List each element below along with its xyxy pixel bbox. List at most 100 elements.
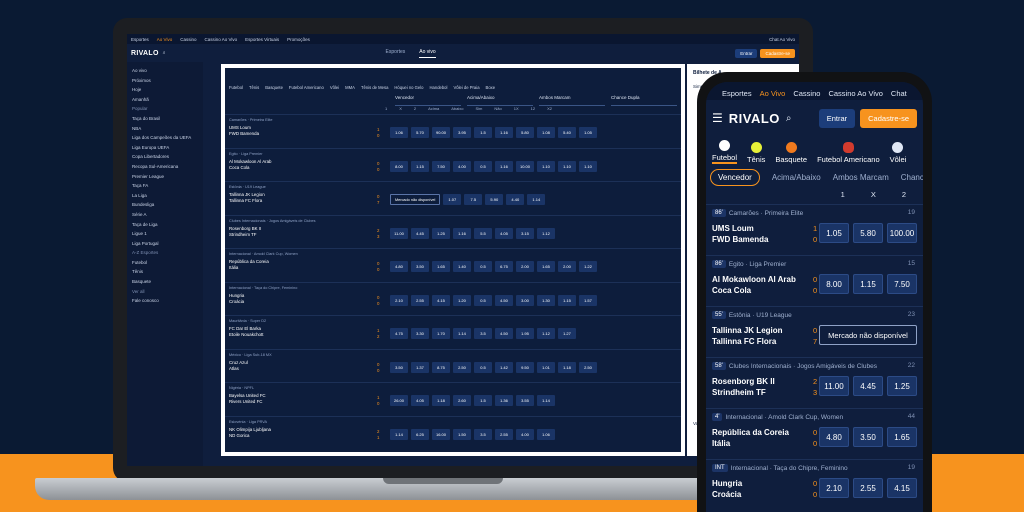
odd-button[interactable]: 1.10 bbox=[537, 160, 555, 172]
market-count[interactable]: 23 bbox=[908, 311, 915, 318]
sidebar-item[interactable]: Taça do Brasil bbox=[132, 114, 198, 124]
odd-button[interactable]: 1.16 bbox=[495, 160, 513, 172]
odd-button[interactable]: 0.5 bbox=[474, 361, 492, 373]
tab-esportes[interactable]: Esportes bbox=[386, 49, 406, 58]
match-row[interactable]: 86' Egito · Liga Premier 15 Al Mokawloon Al… bbox=[706, 255, 923, 306]
sidebar-item[interactable]: Série A bbox=[132, 210, 198, 220]
sidebar-item[interactable]: Copa Libertadores bbox=[132, 152, 198, 162]
odd-button[interactable]: 90.00 bbox=[432, 127, 450, 138]
match-row[interactable]: Estônia · U19 League Tallinna JK Legion Ta… bbox=[225, 181, 681, 215]
odd-button[interactable]: 3.95 bbox=[453, 127, 471, 138]
match-row[interactable]: 55' Estônia · U19 League 23 Tallinna JK Leg… bbox=[706, 306, 923, 357]
match-row[interactable]: INT Internacional · Taça do Chipre, Femin… bbox=[706, 459, 923, 510]
odd-button[interactable]: 1.5 bbox=[474, 395, 492, 406]
odd-button[interactable]: 4.50 bbox=[495, 294, 513, 306]
odd-button[interactable]: 4.80 bbox=[390, 261, 408, 272]
match-row[interactable]: 86' Camarões · Primeira Elite 19 UMS Loum FW… bbox=[706, 204, 923, 255]
market-chance-dupla[interactable]: Chance Dupla bbox=[611, 95, 677, 106]
odd-button[interactable]: 5.80 bbox=[853, 223, 883, 243]
phone-register-button[interactable]: Cadastre-se bbox=[860, 108, 917, 128]
odd-button[interactable]: 1.10 bbox=[558, 160, 576, 172]
odd-button[interactable]: 3.15 bbox=[516, 227, 534, 239]
nav-esportes[interactable]: Esportes bbox=[131, 37, 149, 42]
match-row[interactable]: Eslovénia · Liga PRVA NK Olimpija Ljublja… bbox=[225, 415, 681, 450]
odd-button[interactable]: 2.55 bbox=[495, 428, 513, 440]
login-button[interactable]: Entrar bbox=[735, 48, 758, 58]
logo[interactable]: RIVALO bbox=[131, 50, 159, 57]
match-row[interactable]: Mauritânia · Super D2 FC Dar El Barka Etoi… bbox=[225, 315, 681, 349]
odd-button[interactable]: 1.15 bbox=[853, 274, 883, 294]
odd-button[interactable]: 1.07 bbox=[443, 194, 462, 205]
nav-esportes-virtuais[interactable]: Esportes Virtuais bbox=[245, 37, 279, 42]
odd-button[interactable]: 1.12 bbox=[537, 328, 555, 339]
odd-button[interactable]: 7.5 bbox=[464, 194, 483, 205]
sidebar-item[interactable]: Taça de Liga bbox=[132, 220, 198, 230]
market-count[interactable]: 15 bbox=[908, 260, 915, 267]
odd-button[interactable]: 10.00 bbox=[516, 160, 534, 172]
market-count[interactable]: 22 bbox=[908, 362, 915, 369]
odd-button[interactable]: 2.10 bbox=[819, 478, 849, 498]
odd-button[interactable]: 100.00 bbox=[887, 223, 917, 243]
tab-ambos-marcam[interactable]: Ambos Marcam bbox=[833, 173, 889, 182]
sidebar-item[interactable]: NBA bbox=[132, 124, 198, 134]
tab-acima-abaixo[interactable]: Acima/Abaixo bbox=[772, 173, 821, 182]
odd-button[interactable]: 11.00 bbox=[819, 376, 849, 396]
odd-button[interactable]: 2.50 bbox=[453, 361, 471, 373]
phone-nav-cassino-ao-vivo[interactable]: Cassino Ao Vivo bbox=[828, 89, 882, 98]
odd-button[interactable]: 1.36 bbox=[495, 395, 513, 406]
tab-chance-dupla[interactable]: Chance D bbox=[901, 173, 923, 182]
odd-button[interactable]: 4.05 bbox=[495, 227, 513, 239]
sidebar-item[interactable]: Liga Europa UEFA bbox=[132, 143, 198, 153]
odd-button[interactable]: 0.5 bbox=[474, 294, 492, 306]
sport-basquete[interactable]: Basquete bbox=[775, 142, 807, 164]
sidebar-item[interactable]: Ligue 1 bbox=[132, 229, 198, 239]
odd-button[interactable]: 1.65 bbox=[537, 261, 555, 272]
sidebar-item[interactable]: Premier League bbox=[132, 172, 198, 182]
odd-button[interactable]: 11.00 bbox=[390, 227, 408, 239]
sidebar-item[interactable]: Ao vivo bbox=[132, 66, 198, 76]
match-row[interactable]: Camarões · Primeira Elite UMS Loum FWD Bam… bbox=[225, 114, 681, 148]
odd-button[interactable]: 1.22 bbox=[579, 261, 597, 272]
odd-button[interactable]: 8.00 bbox=[390, 160, 408, 172]
odd-button[interactable]: 1.18 bbox=[432, 395, 450, 406]
odd-button[interactable]: 1.05 bbox=[579, 127, 597, 138]
odd-button[interactable]: 1.25 bbox=[887, 376, 917, 396]
odd-button[interactable]: 1.06 bbox=[537, 428, 555, 440]
match-row[interactable]: Internacional · Taça do Chipre, Feminino… bbox=[225, 281, 681, 316]
odd-button[interactable]: 1.10 bbox=[579, 160, 597, 172]
odd-button[interactable]: 0.5 bbox=[474, 261, 492, 272]
sport-tab[interactable]: Vôlei de Praia bbox=[453, 85, 479, 90]
odd-button[interactable]: 4.50 bbox=[495, 328, 513, 339]
odd-button[interactable]: 8.00 bbox=[819, 274, 849, 294]
odd-button[interactable]: 1.08 bbox=[537, 127, 555, 138]
phone-nav-esportes[interactable]: Esportes bbox=[722, 89, 752, 98]
odd-button[interactable]: 4.15 bbox=[432, 294, 450, 306]
odd-button[interactable]: 1.65 bbox=[887, 427, 917, 447]
odd-button[interactable]: 4.80 bbox=[819, 427, 849, 447]
market-count[interactable]: 19 bbox=[908, 209, 915, 216]
odd-button[interactable]: 2.50 bbox=[579, 361, 597, 373]
odd-button[interactable]: 5.5 bbox=[474, 227, 492, 239]
odd-button[interactable]: 1.14 bbox=[527, 194, 546, 205]
market-vencedor[interactable]: Vencedor bbox=[395, 95, 461, 106]
register-button[interactable]: Cadastre-se bbox=[760, 48, 795, 58]
sport-volei[interactable]: Vôlei bbox=[890, 142, 906, 164]
sport-tab[interactable]: Tênis de Mesa bbox=[361, 85, 388, 90]
sport-tab[interactable]: Tênis bbox=[249, 85, 259, 90]
match-row[interactable]: Internacional · Amold Clark Cup, Women Re… bbox=[225, 248, 681, 282]
sidebar-item[interactable]: Tênis bbox=[132, 267, 198, 277]
odd-button[interactable]: 4.45 bbox=[411, 227, 429, 239]
sidebar-item[interactable]: Futebol bbox=[132, 258, 198, 268]
odd-button[interactable]: 1.12 bbox=[537, 227, 555, 239]
odd-button[interactable]: 4.00 bbox=[516, 428, 534, 440]
odd-button[interactable]: 1.16 bbox=[495, 127, 513, 138]
odd-button[interactable]: 3.30 bbox=[411, 328, 429, 339]
odd-button[interactable]: 1.14 bbox=[390, 428, 408, 440]
sidebar-item[interactable]: Hoje bbox=[132, 85, 198, 95]
sport-tab[interactable]: Basquete bbox=[265, 85, 283, 90]
odd-button[interactable]: 7.50 bbox=[432, 160, 450, 172]
odd-button[interactable]: 2.00 bbox=[558, 261, 576, 272]
phone-nav-cassino[interactable]: Cassino bbox=[793, 89, 820, 98]
chat-link[interactable]: Chat Ao Vivo bbox=[769, 37, 795, 42]
match-row[interactable]: 4' Internacional · Amold Clark Cup, Women… bbox=[706, 408, 923, 459]
